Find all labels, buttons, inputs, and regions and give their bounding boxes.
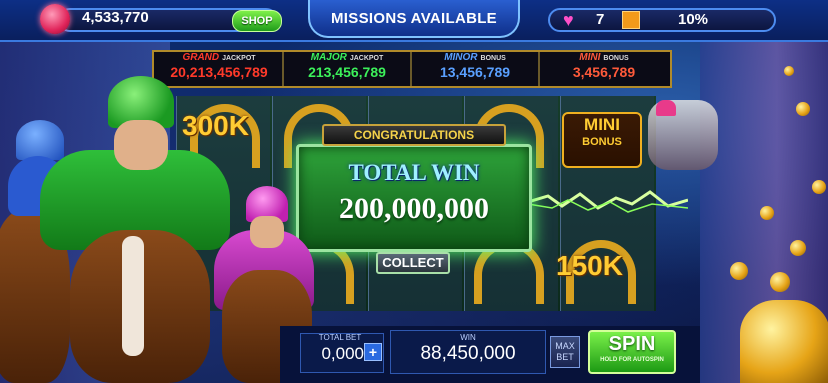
jackpot-title: MINOR [444, 52, 478, 63]
jackpot-title: GRAND [182, 52, 220, 63]
coin-icon [790, 240, 806, 256]
jackpot-suffix: JACKPOT [222, 55, 256, 62]
lightning-effect [528, 190, 688, 213]
jackpot-minor: MINOR BONUS 13,456,789 [412, 52, 540, 86]
congratulations-banner: CONGRATULATIONS [322, 124, 506, 146]
jackpot-mini: MINI BONUS 3,456,789 [540, 52, 668, 86]
coin-icon [784, 66, 794, 76]
jockey-face [250, 216, 284, 248]
shop-button[interactable]: SHOP [232, 10, 282, 32]
jackpot-grand: GRAND JACKPOT 20,213,456,789 [156, 52, 284, 86]
jackpot-title: MINI [579, 52, 601, 63]
missions-label: MISSIONS AVAILABLE [331, 10, 497, 27]
win-value: 88,450,000 [420, 343, 516, 364]
player-level: 7 [596, 11, 605, 28]
helmet-icon [16, 120, 64, 160]
jackpot-value: 3,456,789 [572, 64, 636, 80]
jackpot-suffix: BONUS [603, 55, 629, 62]
symbol-mini-bonus: MINI BONUS [562, 112, 642, 168]
jackpot-suffix: JACKPOT [349, 55, 384, 62]
win-label: WIN [460, 333, 476, 342]
max-bet-button[interactable]: MAX BET [550, 336, 580, 368]
horse-blaze [122, 236, 144, 356]
coin-icon [760, 206, 774, 220]
increase-bet-button[interactable]: + [364, 343, 382, 361]
jockey-face [114, 120, 168, 170]
coin-icon [812, 180, 826, 194]
total-win-amount: 200,000,000 [339, 192, 489, 225]
collect-button[interactable]: COLLECT [376, 252, 450, 274]
coin-icon [770, 272, 790, 292]
coin-balance: 4,533,770 [82, 9, 149, 26]
jackpot-value: 20,213,456,789 [170, 64, 268, 80]
gem-coin-icon [40, 4, 70, 34]
jackpot-title: MAJOR [310, 52, 347, 63]
spin-hint: HOLD FOR AUTOSPIN [600, 357, 664, 363]
jackpot-major: MAJOR JACKPOT 213,456,789 [284, 52, 412, 86]
xp-bar-icon [622, 11, 640, 29]
jackpot-value: 213,456,789 [308, 64, 386, 80]
jackpot-suffix: BONUS [480, 55, 506, 62]
total-bet-value: 0,000 [321, 344, 364, 363]
mini-bonus-line2: BONUS [582, 136, 622, 148]
heart-icon: ♥ [563, 10, 574, 30]
coin-icon [730, 262, 748, 280]
total-bet-label: TOTAL BET [318, 333, 362, 342]
symbol-150k: 150K [556, 250, 623, 281]
coin-icon [796, 102, 810, 116]
helmet-icon [656, 100, 676, 116]
xp-percent: 10% [678, 11, 709, 28]
jackpot-value: 13,456,789 [439, 64, 511, 80]
total-win-label: TOTAL WIN [348, 160, 480, 185]
mini-bonus-line1: MINI [584, 115, 620, 134]
coin-pile [740, 300, 828, 383]
spin-label: SPIN [608, 333, 656, 355]
